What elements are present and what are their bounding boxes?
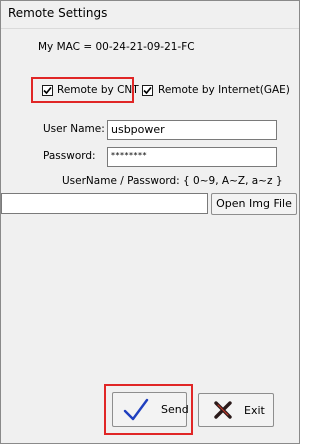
credentials-hint: UserName / Password: { 0~9, A~Z, a~z }: [62, 175, 283, 187]
open-img-file-button[interactable]: Open Img File: [211, 193, 297, 215]
open-img-file-label: Open Img File: [216, 197, 292, 210]
image-path-input[interactable]: [1, 193, 208, 214]
send-button[interactable]: Send: [112, 392, 189, 427]
checkmark-icon: [123, 397, 149, 426]
title-bar: Remote Settings: [1, 1, 299, 29]
exit-button[interactable]: Exit: [198, 393, 274, 427]
username-label: User Name:: [43, 123, 105, 135]
password-input[interactable]: ********: [107, 147, 277, 167]
username-input[interactable]: usbpower: [107, 120, 277, 140]
checkbox-box[interactable]: [42, 85, 53, 96]
exit-label: Exit: [244, 404, 265, 417]
mac-address-label: My MAC = 00-24-21-09-21-FC: [38, 41, 195, 53]
send-label: Send: [161, 403, 189, 416]
exit-x-icon: [214, 401, 232, 422]
remote-by-cnt-label[interactable]: Remote by CNT: [57, 84, 139, 96]
remote-by-internet-checkbox[interactable]: [142, 85, 153, 96]
remote-by-internet-label[interactable]: Remote by Internet(GAE): [158, 84, 290, 96]
checkmark-icon: [143, 86, 152, 95]
checkmark-icon: [43, 86, 52, 95]
checkbox-box[interactable]: [142, 85, 153, 96]
remote-settings-window: Remote Settings My MAC = 00-24-21-09-21-…: [0, 0, 300, 444]
remote-by-cnt-checkbox[interactable]: [42, 85, 53, 96]
password-label: Password:: [43, 150, 96, 162]
window-title: Remote Settings: [8, 6, 108, 20]
